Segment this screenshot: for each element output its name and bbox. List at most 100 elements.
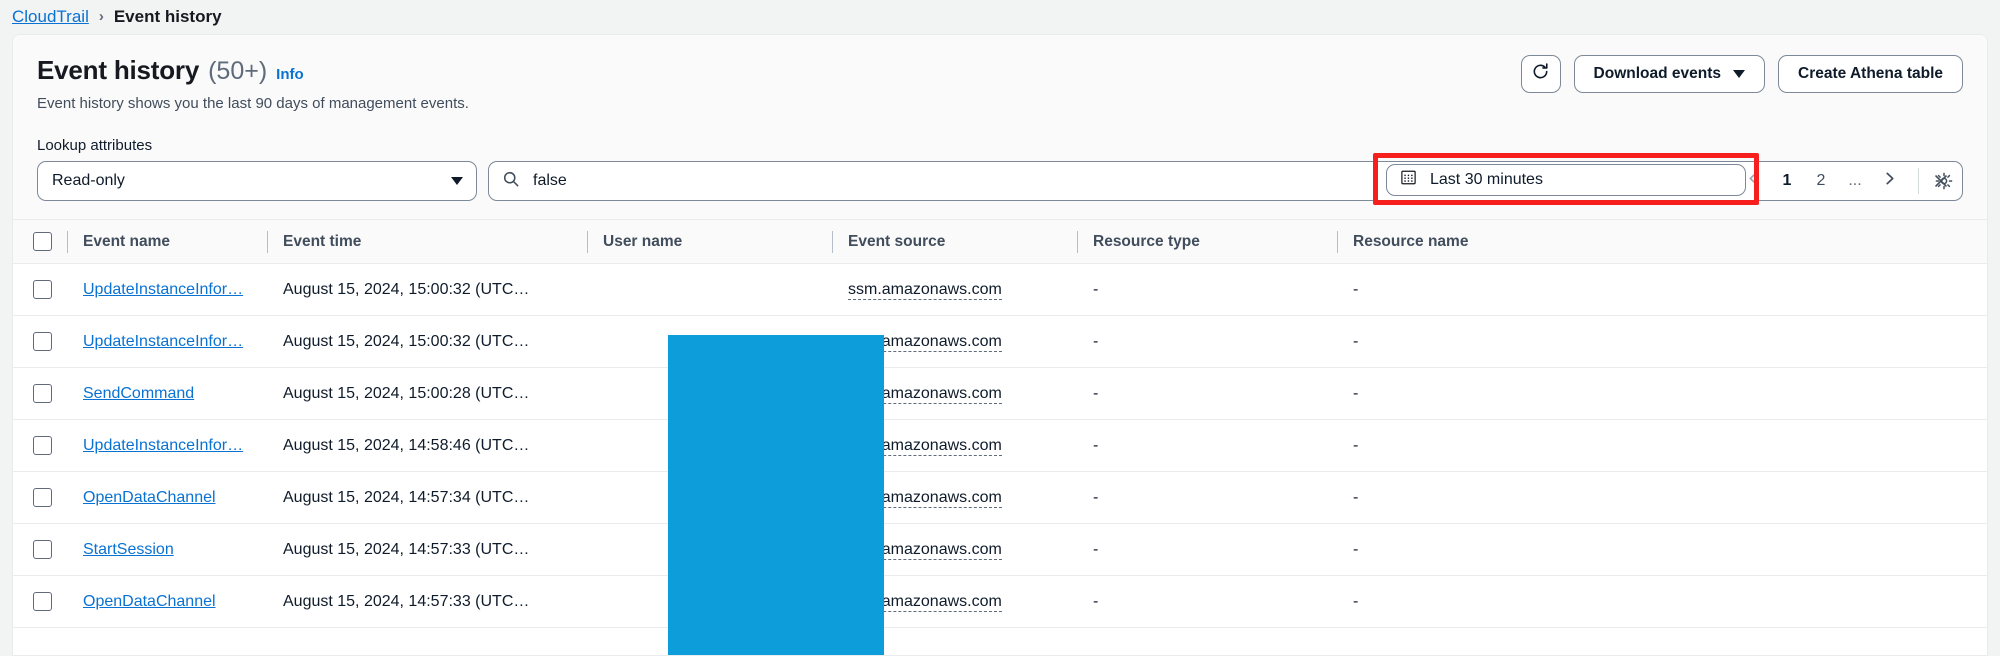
event-name-link[interactable]: StartSession bbox=[83, 541, 174, 558]
event-source-link[interactable]: ssm.amazonaws.com bbox=[848, 280, 1002, 300]
cell-resource-type: - bbox=[1077, 315, 1337, 368]
cell-resource-name: - bbox=[1337, 575, 1987, 628]
cell-resource-name: - bbox=[1337, 367, 1987, 420]
row-checkbox[interactable] bbox=[33, 332, 52, 351]
cell-event-name: OpenDataChannel bbox=[67, 471, 267, 524]
title-block: Event history (50+) Info Event history s… bbox=[37, 55, 469, 112]
table-row[interactable]: OpenDataChannel August 15, 2024, 14:57:33… bbox=[13, 575, 1987, 628]
chevron-right-icon bbox=[1881, 170, 1898, 192]
cell-event-name: StartSession bbox=[67, 523, 267, 576]
cell-resource-name: - bbox=[1337, 263, 1987, 316]
gear-icon[interactable] bbox=[1927, 164, 1961, 198]
cell-resource-type: - bbox=[1077, 575, 1337, 628]
row-checkbox[interactable] bbox=[33, 488, 52, 507]
row-select-cell bbox=[13, 315, 67, 368]
row-select-cell bbox=[13, 367, 67, 420]
cell-user-name bbox=[587, 471, 832, 524]
breadcrumb-link-cloudtrail[interactable]: CloudTrail bbox=[12, 7, 89, 27]
table-row[interactable]: UpdateInstanceInfor… August 15, 2024, 15:… bbox=[13, 315, 1987, 368]
cell-resource-type: - bbox=[1077, 367, 1337, 420]
panel-header: Event history (50+) Info Event history s… bbox=[13, 35, 1987, 219]
cell-event-name: SendCommand bbox=[67, 367, 267, 420]
cell-event-time: August 15, 2024, 15:00:32 (UTC… bbox=[267, 315, 587, 368]
cell-event-time: August 15, 2024, 15:00:28 (UTC… bbox=[267, 367, 587, 420]
cell-event-time: August 15, 2024, 14:57:34 (UTC… bbox=[267, 471, 587, 524]
row-checkbox[interactable] bbox=[33, 280, 52, 299]
search-icon bbox=[502, 170, 520, 193]
cell-user-name bbox=[587, 263, 832, 316]
lookup-attribute-select[interactable]: Read-only bbox=[37, 161, 477, 201]
event-source-link[interactable]: ssm.amazonaws.com bbox=[848, 436, 1002, 456]
create-athena-table-button[interactable]: Create Athena table bbox=[1778, 55, 1963, 93]
pagination-next-button[interactable] bbox=[1872, 164, 1906, 198]
cell-event-time: August 15, 2024, 14:57:33 (UTC… bbox=[267, 523, 587, 576]
row-select-cell bbox=[13, 471, 67, 524]
row-checkbox[interactable] bbox=[33, 540, 52, 559]
cell-resource-type: - bbox=[1077, 263, 1337, 316]
lookup-attribute-value: Read-only bbox=[52, 172, 125, 189]
download-events-button[interactable]: Download events bbox=[1573, 55, 1765, 93]
download-events-label: Download events bbox=[1593, 65, 1721, 82]
table-head: Event name Event time User name Event so… bbox=[13, 219, 1987, 264]
breadcrumb-current-event-history: Event history bbox=[113, 7, 222, 26]
event-source-link[interactable]: ssm.amazonaws.com bbox=[848, 488, 1002, 508]
table-row[interactable]: UpdateInstanceInfor… August 15, 2024, 14:… bbox=[13, 419, 1987, 472]
date-range-value: Last 30 minutes bbox=[1430, 171, 1543, 188]
select-all-checkbox[interactable] bbox=[33, 232, 52, 251]
date-range-picker[interactable]: Last 30 minutes bbox=[1386, 164, 1746, 196]
table-row[interactable]: OpenDataChannel August 15, 2024, 14:57:34… bbox=[13, 471, 1987, 524]
event-source-link[interactable]: ssm.amazonaws.com bbox=[848, 592, 1002, 612]
event-name-link[interactable]: UpdateInstanceInfor… bbox=[83, 281, 243, 298]
chevron-left-icon bbox=[1745, 170, 1762, 192]
refresh-button[interactable] bbox=[1520, 55, 1561, 93]
cell-resource-type: - bbox=[1077, 419, 1337, 472]
row-select-cell bbox=[13, 419, 67, 472]
cell-event-name: UpdateInstanceInfor… bbox=[67, 419, 267, 472]
row-checkbox[interactable] bbox=[33, 436, 52, 455]
row-checkbox[interactable] bbox=[33, 384, 52, 403]
table-row[interactable]: UpdateInstanceInfor… August 15, 2024, 15:… bbox=[13, 263, 1987, 316]
cell-event-time: August 15, 2024, 14:58:46 (UTC… bbox=[267, 419, 587, 472]
column-header-user-name[interactable]: User name bbox=[587, 219, 832, 264]
cell-resource-type: - bbox=[1077, 523, 1337, 576]
header-actions: Download events Create Athena table bbox=[1520, 55, 1963, 93]
column-header-event-source[interactable]: Event source bbox=[832, 219, 1077, 264]
event-name-link[interactable]: OpenDataChannel bbox=[83, 593, 216, 610]
event-source-link[interactable]: ssm.amazonaws.com bbox=[848, 540, 1002, 560]
event-name-link[interactable]: UpdateInstanceInfor… bbox=[83, 437, 243, 454]
event-source-link[interactable]: ssm.amazonaws.com bbox=[848, 332, 1002, 352]
column-header-event-name[interactable]: Event name bbox=[67, 219, 267, 264]
page-title: Event history bbox=[37, 55, 200, 85]
events-table: Event name Event time User name Event so… bbox=[13, 219, 1987, 628]
column-header-resource-type[interactable]: Resource type bbox=[1077, 219, 1337, 264]
cell-resource-name: - bbox=[1337, 315, 1987, 368]
event-count: (50+) bbox=[208, 57, 268, 85]
event-source-link[interactable]: ssm.amazonaws.com bbox=[848, 384, 1002, 404]
event-name-link[interactable]: SendCommand bbox=[83, 385, 194, 402]
chevron-down-icon bbox=[1733, 70, 1745, 78]
cell-resource-name: - bbox=[1337, 419, 1987, 472]
pagination-page-2[interactable]: 2 bbox=[1804, 164, 1838, 198]
row-select-cell bbox=[13, 575, 67, 628]
breadcrumb-separator-icon: › bbox=[98, 7, 104, 25]
header-row: Event history (50+) Info Event history s… bbox=[37, 55, 1963, 112]
pagination-page-1[interactable]: 1 bbox=[1770, 164, 1804, 198]
cell-user-name bbox=[587, 575, 832, 628]
column-header-event-time[interactable]: Event time bbox=[267, 219, 587, 264]
chevron-down-icon bbox=[451, 177, 463, 185]
cell-user-name bbox=[587, 367, 832, 420]
info-link[interactable]: Info bbox=[276, 66, 304, 83]
lookup-attributes-label: Lookup attributes bbox=[37, 137, 153, 154]
column-header-resource-name[interactable]: Resource name bbox=[1337, 219, 1987, 264]
table-row[interactable]: StartSession August 15, 2024, 14:57:33 (U… bbox=[13, 523, 1987, 576]
cell-resource-type: - bbox=[1077, 471, 1337, 524]
cell-event-name: UpdateInstanceInfor… bbox=[67, 315, 267, 368]
cell-event-time: August 15, 2024, 14:57:33 (UTC… bbox=[267, 575, 587, 628]
row-checkbox[interactable] bbox=[33, 592, 52, 611]
cell-user-name bbox=[587, 419, 832, 472]
cell-event-source: ssm.amazonaws.com bbox=[832, 523, 1077, 576]
row-select-cell bbox=[13, 263, 67, 316]
event-name-link[interactable]: UpdateInstanceInfor… bbox=[83, 333, 243, 350]
table-row[interactable]: SendCommand August 15, 2024, 15:00:28 (UT… bbox=[13, 367, 1987, 420]
event-name-link[interactable]: OpenDataChannel bbox=[83, 489, 216, 506]
